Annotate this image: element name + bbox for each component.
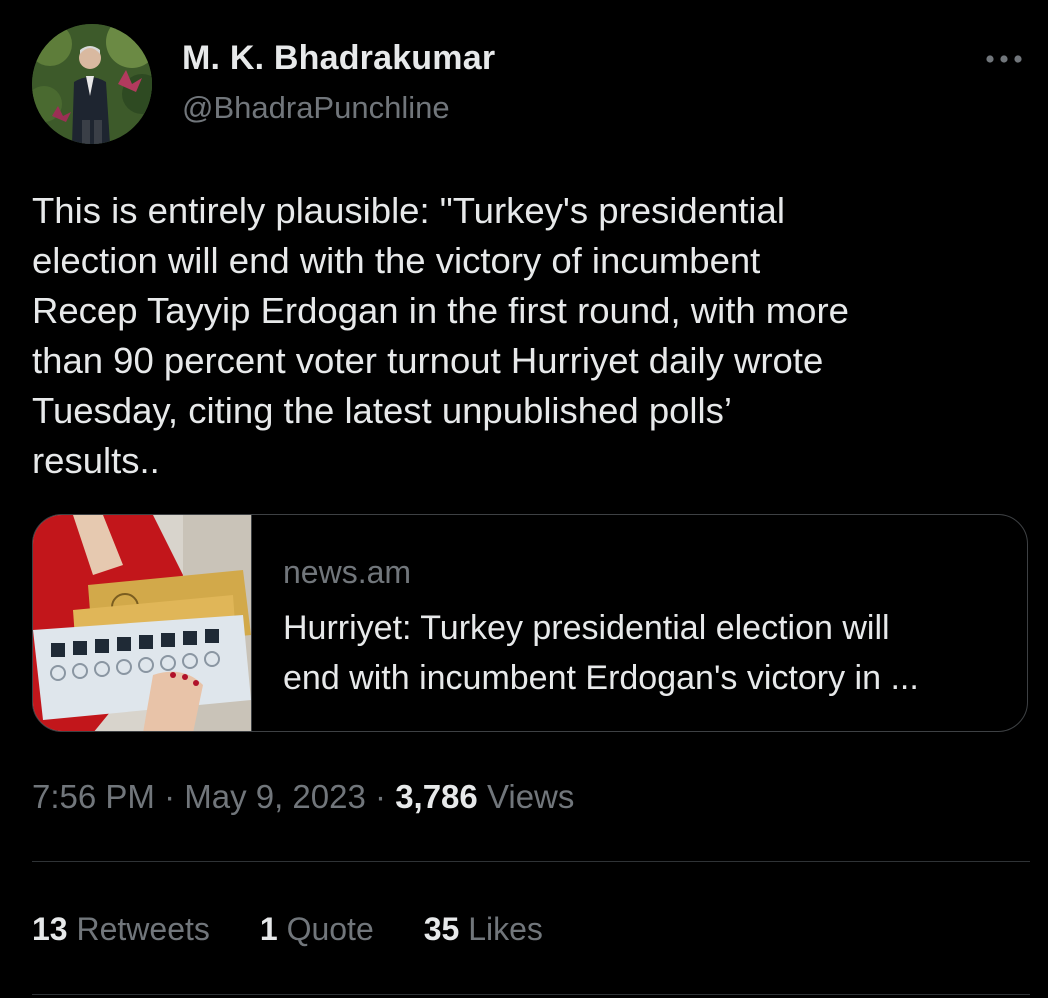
tweet-metadata: 7:56 PM · May 9, 2023 · 3,786 Views	[32, 776, 574, 818]
more-options-icon	[986, 55, 1022, 63]
quotes-stat[interactable]: 1 Quote	[260, 908, 374, 950]
likes-stat[interactable]: 35 Likes	[424, 908, 543, 950]
meta-separator: ·	[154, 778, 185, 815]
meta-separator: ·	[365, 778, 396, 815]
author-info[interactable]: M. K. Bhadrakumar @BhadraPunchline	[182, 38, 495, 126]
divider	[32, 861, 1030, 862]
views-count: 3,786	[395, 778, 478, 815]
divider	[32, 994, 1030, 995]
link-domain: news.am	[283, 554, 412, 590]
link-preview-card[interactable]: news.am Hurriyet: Turkey presidential el…	[32, 514, 1028, 732]
retweets-count: 13	[32, 911, 68, 947]
engagement-stats: 13 Retweets 1 Quote 35 Likes	[32, 908, 543, 950]
likes-label: Likes	[468, 911, 543, 947]
tweet: M. K. Bhadrakumar @BhadraPunchline This …	[0, 0, 1048, 998]
username-handle[interactable]: @BhadraPunchline	[182, 90, 495, 126]
retweets-label: Retweets	[76, 911, 210, 947]
quotes-label: Quote	[286, 911, 374, 947]
display-name[interactable]: M. K. Bhadrakumar	[182, 38, 495, 78]
link-title-line: end with incumbent Erdogan's victory in …	[283, 659, 919, 697]
avatar[interactable]	[32, 24, 152, 144]
quotes-count: 1	[259, 911, 278, 947]
link-title: Hurriyet: Turkey presidential election w…	[283, 603, 1003, 703]
likes-count: 35	[423, 911, 460, 947]
retweets-stat[interactable]: 13 Retweets	[32, 908, 210, 950]
link-preview-image	[33, 515, 252, 731]
tweet-date[interactable]: May 9, 2023	[184, 778, 366, 815]
link-title-line: Hurriyet: Turkey presidential election w…	[283, 609, 890, 647]
tweet-text: This is entirely plausible: "Turkey's pr…	[32, 190, 849, 481]
more-options-button[interactable]	[982, 44, 1026, 74]
avatar-image	[32, 24, 152, 144]
tweet-time[interactable]: 7:56 PM	[32, 778, 155, 815]
views-label: Views	[486, 778, 575, 815]
